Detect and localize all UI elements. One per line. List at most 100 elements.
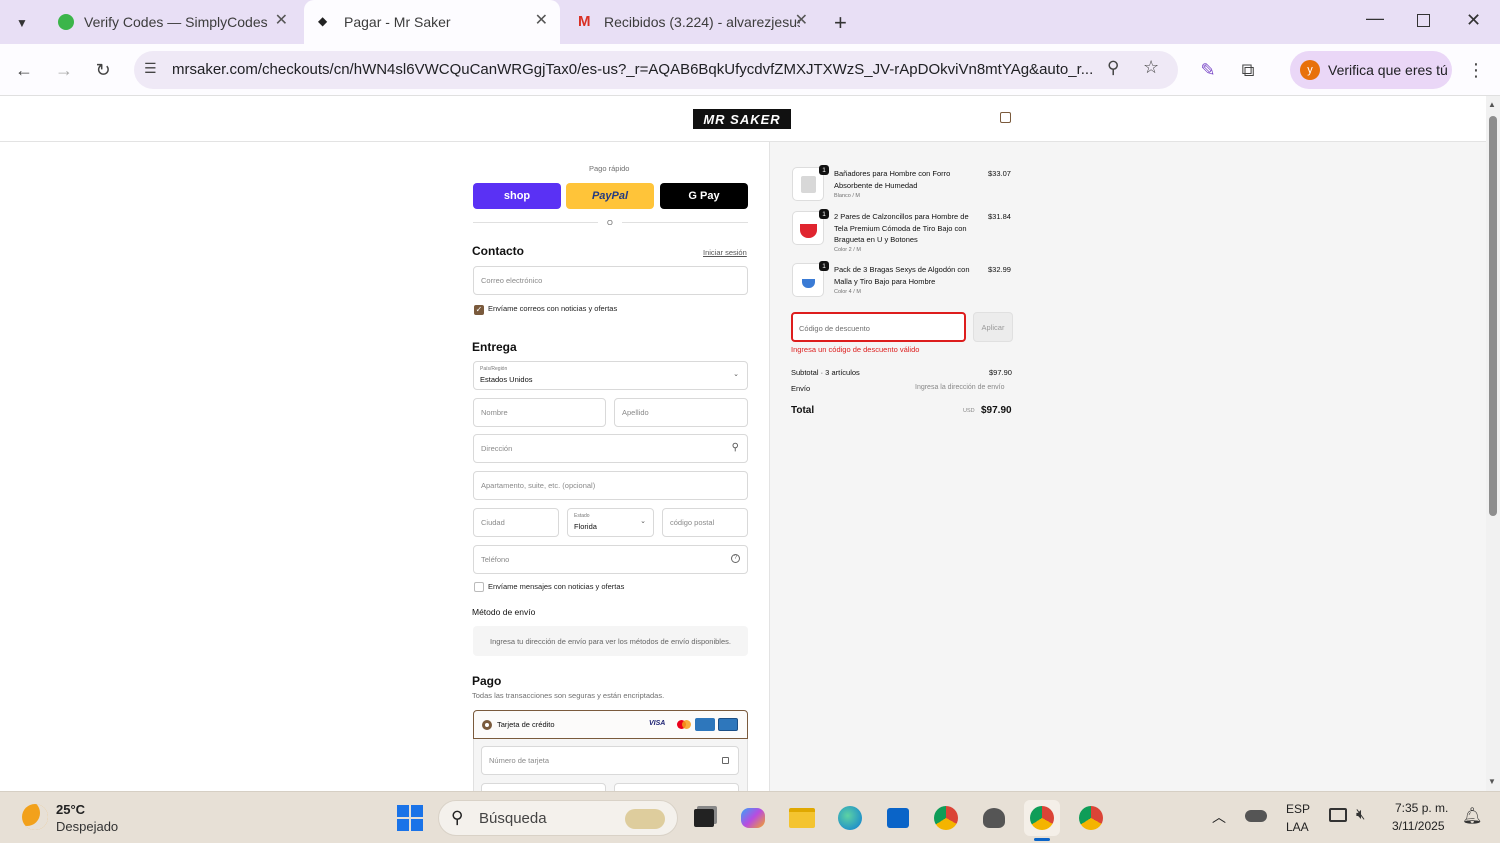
product-variant: Blanco / M [834,193,860,199]
taskbar-search[interactable]: ⚲ Búsqueda [438,800,678,836]
address-field[interactable]: Dirección ⚲ [473,434,748,463]
file-explorer-icon[interactable] [784,800,820,836]
first-name-field[interactable]: Nombre [473,398,606,427]
tab-list-chevron-icon[interactable]: ▼ [10,12,34,34]
reload-icon[interactable]: ↻ [89,56,117,84]
new-tab-plus-icon[interactable]: + [834,10,847,36]
clock-date[interactable]: 3/11/2025 [1392,819,1445,833]
close-icon[interactable]: ✕ [275,13,288,29]
last-name-field[interactable]: Apellido [614,398,748,427]
card-number-field[interactable]: Número de tarjeta [481,746,739,775]
clock-time[interactable]: 7:35 p. m. [1395,801,1448,815]
or-label: O [607,218,613,227]
menu-kebab-icon[interactable]: ⋮ [1462,56,1490,84]
restore-icon[interactable] [1417,14,1430,27]
extensions-puzzle-icon[interactable]: ⧉ [1234,56,1262,84]
sms-news-checkbox[interactable] [474,582,484,592]
cart-bag-icon[interactable] [1000,112,1011,123]
country-select[interactable]: País/Región Estados Unidos ⌄ [473,361,748,390]
cvv-field[interactable] [614,783,739,791]
discount-code-input[interactable]: Código de descuento [791,312,966,342]
chrome-active-icon[interactable] [1024,800,1060,836]
network-icon[interactable] [1329,808,1347,822]
pen-icon[interactable]: ✎ [1194,56,1222,84]
onedrive-cloud-icon[interactable] [1245,810,1267,822]
back-arrow-icon[interactable]: ← [10,56,38,84]
windows-taskbar: 25°C Despejado ⚲ Búsqueda ︿ ESP LAA 🔇︎ 7… [0,791,1500,843]
gmail-icon: M [578,13,591,30]
minimize-icon[interactable]: — [1366,8,1384,29]
email-news-checkbox[interactable]: ✓ [474,305,484,315]
notification-bell-icon[interactable]: 🔔︎ [1462,806,1482,826]
close-window-icon[interactable]: ✕ [1466,10,1481,31]
tab-simplycodes[interactable]: Verify Codes — SimplyCodes ✕ [44,0,300,44]
shipping-value: Ingresa la dirección de envío [915,384,1005,391]
product-name: Pack de 3 Bragas Sexys de Algodón con Ma… [834,265,970,286]
login-link[interactable]: Iniciar sesión [703,248,747,257]
chrome-profile-icon[interactable] [928,800,964,836]
chevron-down-icon: ⌄ [733,371,739,378]
address-bar[interactable]: ☰ mrsaker.com/checkouts/cn/hWN4sl6VWCQuC… [134,51,1178,89]
volume-muted-icon[interactable]: 🔇︎ [1356,806,1365,823]
site-logo[interactable]: MR SAKER [693,109,791,129]
tray-chevron-up-icon[interactable]: ︿ [1212,807,1226,827]
paypal-button[interactable]: PayPal [566,183,654,209]
keyboard-layout[interactable]: LAA [1286,820,1309,834]
phone-field[interactable]: Teléfono? [473,545,748,574]
tab-gmail[interactable]: M Recibidos (3.224) - alvarezjesus ✕ [564,0,820,44]
radio-selected[interactable] [482,720,492,730]
email-field[interactable]: Correo electrónico [473,266,748,295]
page-scrollbar[interactable]: ▲ ▼ [1486,96,1500,791]
bookmark-star-icon[interactable]: ☆ [1143,57,1159,78]
windows-start-icon[interactable] [392,800,428,836]
state-select[interactable]: Estado Florida ⌄ [567,508,654,537]
verify-profile-button[interactable]: y Verifica que eres tú [1290,51,1452,89]
scroll-up-icon[interactable]: ▲ [1488,100,1496,109]
tab-mrsaker[interactable]: ◆ Pagar - Mr Saker ✕ [304,0,560,44]
apply-discount-button[interactable]: Aplicar [973,312,1013,342]
help-circle-icon[interactable]: ? [731,554,740,563]
google-pay-button[interactable]: G Pay [660,183,748,209]
tab-title: Recibidos (3.224) - alvarezjesus [604,14,800,30]
discount-placeholder: Código de descuento [799,324,870,333]
forward-arrow-icon[interactable]: → [50,56,78,84]
search-icon: ⚲ [731,442,739,453]
zip-field[interactable]: código postal [662,508,748,537]
currency-label: USD [963,408,975,414]
scroll-thumb[interactable] [1489,116,1497,516]
edge-icon[interactable] [832,800,868,836]
zoom-search-icon[interactable]: ⚲ [1107,58,1119,78]
chevron-down-icon: ⌄ [640,518,646,525]
gimp-icon[interactable] [976,800,1012,836]
product-price: $31.84 [988,212,1011,221]
site-info-icon[interactable]: ☰ [144,60,157,77]
language-code[interactable]: ESP [1286,802,1310,816]
profile-avatar: y [1300,60,1320,80]
payment-note: Todas las transacciones son seguras y es… [472,691,665,700]
store-icon[interactable] [880,800,916,836]
copilot-icon[interactable] [735,800,771,836]
expiry-field[interactable] [481,783,606,791]
chrome-second-icon[interactable] [1073,800,1109,836]
quantity-badge: 1 [819,165,829,175]
credit-card-option[interactable]: Tarjeta de crédito VISA [473,710,748,739]
url-text[interactable]: mrsaker.com/checkouts/cn/hWN4sl6VWCQuCan… [172,61,1092,78]
shipping-method-note: Ingresa tu dirección de envío para ver l… [490,636,731,646]
express-label: Pago rápido [589,164,630,173]
verify-label: Verifica que eres tú [1328,62,1448,78]
apartment-field[interactable]: Apartamento, suite, etc. (opcional) [473,471,748,500]
email-placeholder: Correo electrónico [481,276,543,285]
weather-temp[interactable]: 25°C [56,802,85,817]
close-icon[interactable]: ✕ [795,13,808,29]
subtotal-value: $97.90 [989,368,1012,377]
close-icon[interactable]: ✕ [535,13,548,29]
weather-condition[interactable]: Despejado [56,819,118,834]
search-icon: ⚲ [451,808,464,827]
shipping-method-notice: Ingresa tu dirección de envío para ver l… [473,626,748,656]
product-price: $32.99 [988,265,1011,274]
shop-pay-button[interactable]: shop [473,183,561,209]
task-view-icon[interactable] [686,800,722,836]
search-highlight-icon [625,809,665,829]
city-field[interactable]: Ciudad [473,508,559,537]
scroll-down-icon[interactable]: ▼ [1488,777,1496,786]
